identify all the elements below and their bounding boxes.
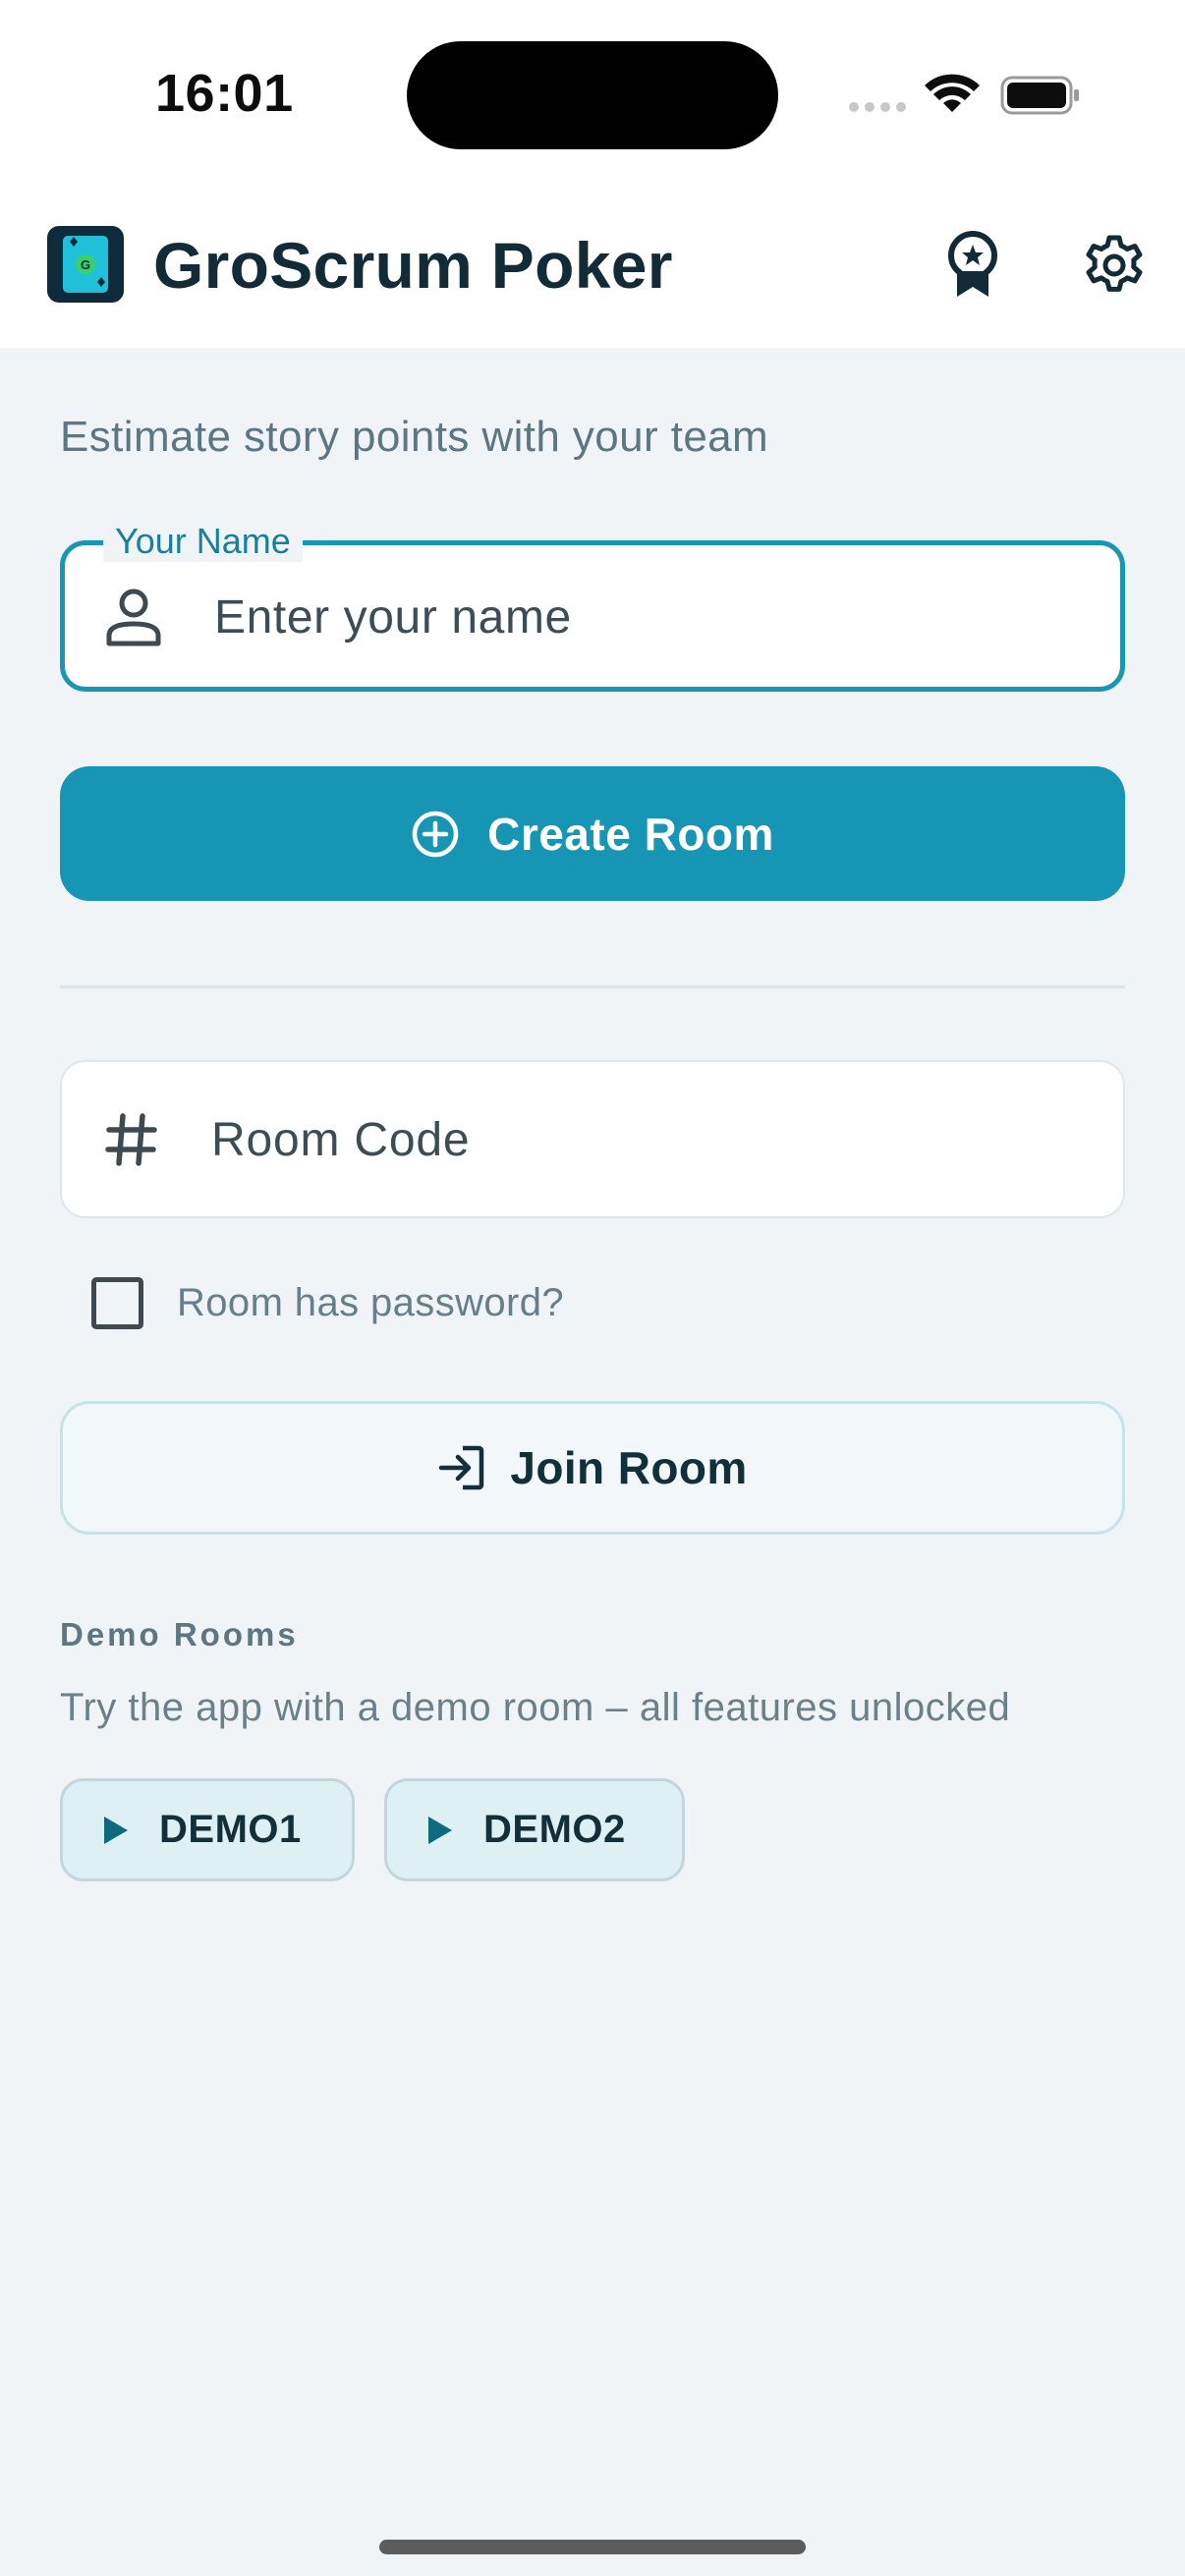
demo1-label: DEMO1 <box>159 1808 302 1851</box>
dynamic-island <box>407 41 778 149</box>
home-screen: 16:01 G GroScrum Poker Estimate story po… <box>0 0 1185 2576</box>
header-area: 16:01 G GroScrum Poker <box>0 0 1185 348</box>
password-checkbox-label[interactable]: Room has password? <box>177 1281 564 1325</box>
demo2-label: DEMO2 <box>483 1808 626 1851</box>
home-indicator[interactable] <box>379 2540 806 2554</box>
wifi-icon <box>925 74 980 112</box>
demo2-chip[interactable]: DEMO2 <box>384 1778 685 1881</box>
page-subtitle: Estimate story points with your team <box>60 413 769 461</box>
name-field[interactable] <box>60 540 1125 692</box>
name-field-label: Your Name <box>103 521 303 562</box>
section-divider <box>60 985 1125 988</box>
play-icon <box>104 1816 128 1844</box>
person-icon <box>106 588 161 646</box>
create-room-button[interactable]: Create Room <box>60 766 1125 901</box>
demo-rooms-heading: Demo Rooms <box>60 1616 299 1652</box>
battery-icon <box>1000 76 1079 115</box>
svg-text:G: G <box>81 257 90 272</box>
play-icon <box>428 1816 452 1844</box>
achievements-button[interactable] <box>931 224 1014 307</box>
join-room-button[interactable]: Join Room <box>60 1401 1125 1535</box>
app-logo: G <box>47 226 124 303</box>
settings-icon <box>1086 235 1143 292</box>
app-title: GroScrum Poker <box>153 229 673 302</box>
hash-icon <box>105 1113 157 1166</box>
name-input[interactable] <box>214 585 1079 649</box>
add-circle-icon <box>412 811 459 857</box>
demo1-chip[interactable]: DEMO1 <box>60 1778 355 1881</box>
demo-rooms-description: Try the app with a demo room – all featu… <box>60 1686 1011 1729</box>
create-room-label: Create Room <box>487 808 774 860</box>
settings-button[interactable] <box>1073 224 1156 307</box>
room-code-field[interactable] <box>60 1060 1125 1218</box>
award-icon <box>948 231 997 297</box>
password-checkbox[interactable] <box>91 1277 143 1329</box>
room-code-input[interactable] <box>211 1107 1076 1172</box>
status-time: 16:01 <box>155 64 294 123</box>
login-icon <box>439 1445 484 1490</box>
join-room-label: Join Room <box>510 1442 748 1493</box>
cellular-signal-icon <box>849 102 906 112</box>
